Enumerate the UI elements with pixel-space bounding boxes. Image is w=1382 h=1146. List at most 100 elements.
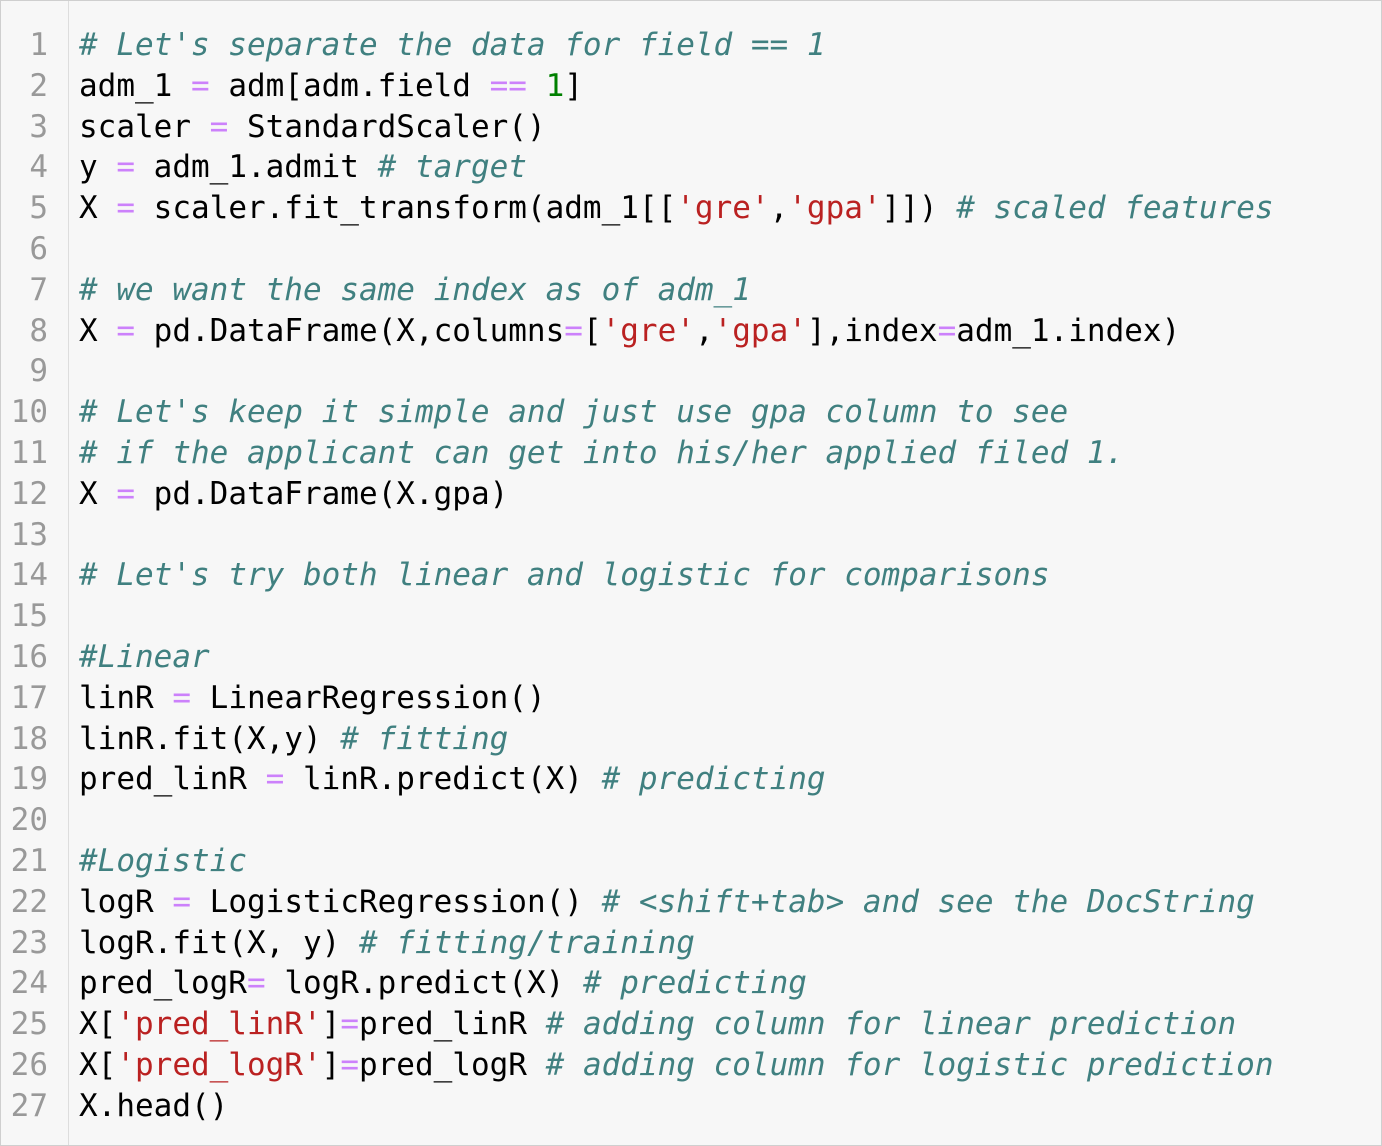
code-line[interactable]: 14 # Let's try both linear and logistic f… [1,555,1381,596]
operator: = [340,1046,359,1083]
code-line[interactable]: 5X = scaler.fit_transform(adm_1[['gre','… [1,188,1381,229]
line-source: logR = LogisticRegression() # <shift+tab… [79,882,1255,923]
line-number: 24 [10,965,48,1002]
code-line[interactable]: 1 # Let's separate the data for field == … [1,25,1381,66]
line-number: 12 [10,475,48,512]
code-line[interactable]: 16 #Linear [1,637,1381,678]
operator: = [116,312,135,349]
number-literal: 1 [545,67,565,104]
code-text: linR.fit(X,y) [79,720,341,757]
line-number: 20 [10,802,48,839]
operator: = [340,1006,359,1043]
code-comment: # adding column for linear prediction [545,1006,1237,1043]
string-literal: 'gpa' [788,190,882,227]
operator: == [489,67,527,104]
line-number: 15 [10,598,48,635]
operator: = [265,761,285,798]
line-number: 21 [10,842,48,879]
operator: = [172,679,191,716]
code-comment: # adding column for logistic prediction [545,1046,1274,1083]
code-text: adm[adm.field [209,67,490,104]
code-text: StandardScaler() [228,108,546,145]
line-number: 2 [29,67,48,104]
code-area[interactable]: 1 # Let's separate the data for field == … [1,25,1381,1127]
code-text: pred_linR [358,1006,546,1043]
code-text: adm_1 [79,67,191,104]
code-line[interactable]: 6 [1,229,1381,270]
code-text: ] [321,1046,341,1083]
operator: = [937,312,957,349]
operator: = [190,67,210,104]
code-comment: # scaled features [956,190,1274,227]
code-line[interactable]: 26 X['pred_logR']=pred_logR # adding colu… [1,1045,1381,1086]
code-line[interactable]: 7 # we want the same index as of adm_1 [1,270,1381,311]
line-number: 19 [10,761,48,798]
line-source: adm_1 = adm[adm.field == 1] [79,66,583,107]
code-text: linR [79,679,173,716]
code-comment: # fitting [340,720,509,757]
code-line[interactable]: 17 linR = LinearRegression() [1,678,1381,719]
code-line[interactable]: 13 [1,515,1381,556]
code-text: scaler.fit_transform(adm_1[[ [135,190,677,227]
code-line[interactable]: 4y = adm_1.admit # target [1,147,1381,188]
string-literal: 'pred_logR' [116,1046,322,1083]
line-source: # Let's try both linear and logistic for… [79,555,1050,596]
code-line[interactable]: 12 X = pd.DataFrame(X.gpa) [1,474,1381,515]
code-comment: #Logistic [79,842,247,879]
line-source: # we want the same index as of adm_1 [79,270,751,311]
line-source: pred_linR = linR.predict(X) # predicting [79,759,826,800]
code-text: X[ [79,1006,117,1043]
line-number: 10 [10,394,48,431]
code-line[interactable]: 24 pred_logR= logR.predict(X) # predictin… [1,963,1381,1004]
code-line[interactable]: 3 scaler = StandardScaler() [1,107,1381,148]
code-line[interactable]: 22 logR = LogisticRegression() # <shift+t… [1,882,1381,923]
code-text: pred_logR [79,965,247,1002]
line-source: X.head() [79,1086,228,1127]
code-text: ],index [806,312,938,349]
line-number: 16 [10,638,48,675]
line-number: 14 [10,557,48,594]
code-line[interactable]: 2 adm_1 = adm[adm.field == 1] [1,66,1381,107]
line-number: 9 [29,353,48,390]
code-text: pd.DataFrame(X,columns [135,312,565,349]
line-number: 11 [10,434,48,471]
code-line[interactable]: 11 # if the applicant can get into his/he… [1,433,1381,474]
code-text: ] [564,67,583,104]
code-line[interactable]: 10 # Let's keep it simple and just use gp… [1,392,1381,433]
code-line[interactable]: 20 [1,800,1381,841]
line-source: pred_logR= logR.predict(X) # predicting [79,963,807,1004]
line-number: 18 [10,720,48,757]
code-comment: # we want the same index as of adm_1 [79,271,751,308]
code-comment: # predicting [601,761,826,798]
line-source: logR.fit(X, y) # fitting/training [79,923,695,964]
code-line[interactable]: 27 X.head() [1,1086,1381,1127]
code-line[interactable]: 25 X['pred_linR']=pred_linR # adding colu… [1,1004,1381,1045]
code-line[interactable]: 21 #Logistic [1,841,1381,882]
code-text: X [79,475,117,512]
code-line[interactable]: 15 [1,596,1381,637]
code-line[interactable]: 18 linR.fit(X,y) # fitting [1,719,1381,760]
code-comment: # target [377,149,527,186]
line-source: X = pd.DataFrame(X.gpa) [79,474,508,515]
code-text: X [79,312,117,349]
code-line[interactable]: 8X = pd.DataFrame(X,columns=['gre','gpa'… [1,311,1381,352]
code-text: ]]) [881,190,957,227]
line-number: 8 [29,312,48,349]
code-text: X [79,190,117,227]
code-line[interactable]: 9 [1,351,1381,392]
code-comment: # predicting [582,965,807,1002]
code-comment: # fitting/training [358,924,695,961]
code-line[interactable]: 23 logR.fit(X, y) # fitting/training [1,923,1381,964]
line-source: X['pred_linR']=pred_linR # adding column… [79,1004,1236,1045]
line-number: 4 [29,149,48,186]
code-comment: # Let's keep it simple and just use gpa … [79,394,1069,431]
line-source: #Logistic [79,841,247,882]
code-text: [ [582,312,602,349]
code-text: logR.fit(X, y) [79,924,359,961]
code-line[interactable]: 19 pred_linR = linR.predict(X) # predicti… [1,759,1381,800]
line-number: 26 [10,1046,48,1083]
line-number: 13 [10,516,48,553]
code-editor[interactable]: 1 # Let's separate the data for field == … [0,0,1382,1146]
code-text: pd.DataFrame(X.gpa) [135,475,509,512]
